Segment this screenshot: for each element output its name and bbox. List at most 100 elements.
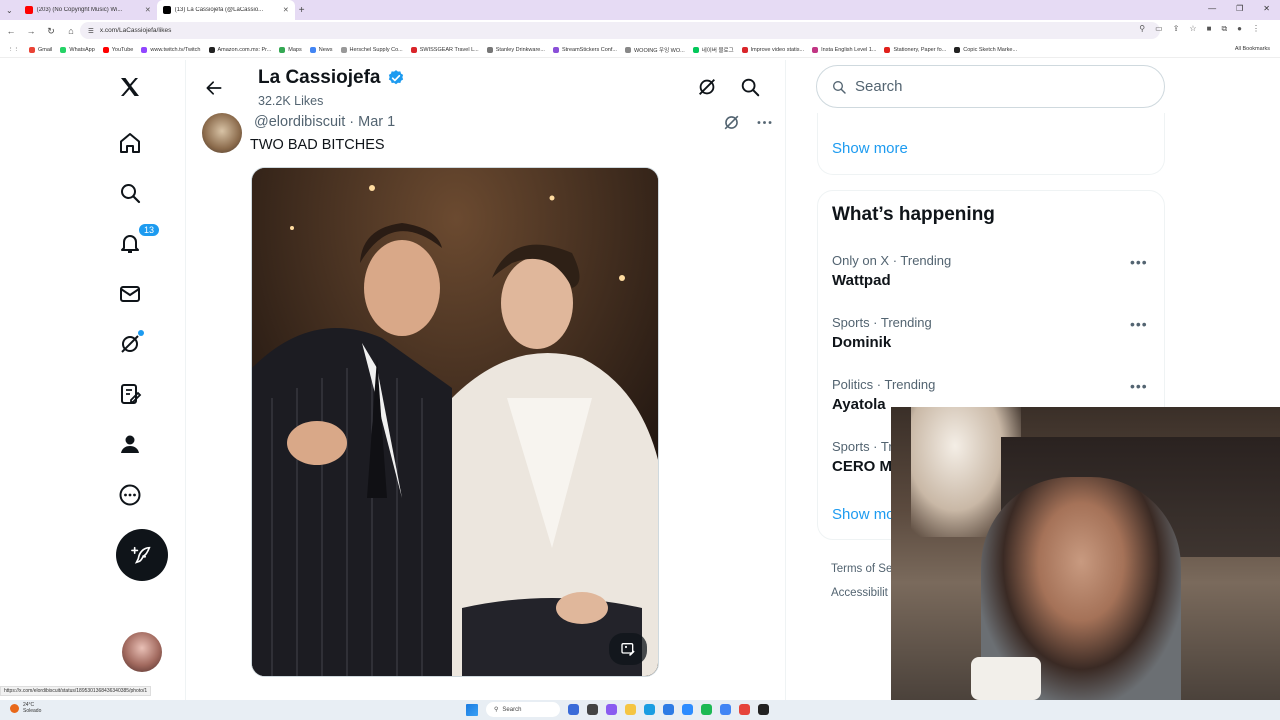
zoom-icon[interactable]: ⚲: [1139, 24, 1145, 34]
bookmark-item[interactable]: Copic Sketch Marke...: [950, 46, 1021, 53]
explore-icon[interactable]: [116, 179, 144, 207]
bookmark-item[interactable]: StreamStickers Conf...: [549, 46, 621, 53]
new-tab-button[interactable]: +: [299, 5, 305, 16]
forward-icon[interactable]: →: [26, 26, 36, 36]
grok-icon[interactable]: [696, 76, 718, 98]
weather-widget[interactable]: 24°C Soleado: [10, 702, 41, 714]
home-icon[interactable]: [116, 129, 144, 157]
windows-start-icon[interactable]: [466, 703, 478, 716]
share-icon[interactable]: ⇪: [1173, 24, 1180, 34]
tweet-photo[interactable]: [251, 167, 659, 677]
edge-icon[interactable]: [644, 704, 655, 715]
bookmark-label: 네이버 블로그: [701, 47, 734, 54]
more-icon[interactable]: [116, 481, 144, 509]
show-more-link[interactable]: Show more: [832, 140, 908, 157]
browser-tab-bar: ⌄ (203) (No Copyright Music) Wi... ✕ (13…: [0, 0, 1280, 20]
profile-icon[interactable]: [116, 430, 144, 458]
address-bar[interactable]: ☰ x.com/LaCassiojefa/likes: [80, 22, 1160, 39]
cast-icon[interactable]: ▭: [1155, 24, 1163, 34]
bookmark-item[interactable]: Stationery, Paper fo...: [880, 46, 950, 53]
reload-icon[interactable]: ↻: [46, 26, 56, 37]
bookmark-item[interactable]: Maps: [275, 46, 305, 53]
tweet-author-avatar[interactable]: [202, 113, 242, 153]
bookmark-label: Amazon.com.mx: Pr...: [217, 46, 272, 53]
post-button[interactable]: [116, 529, 168, 581]
trend-more-icon[interactable]: •••: [1130, 254, 1148, 270]
close-window-icon[interactable]: ✕: [1263, 4, 1270, 13]
close-icon[interactable]: ✕: [145, 6, 151, 14]
minimize-icon[interactable]: —: [1208, 4, 1216, 13]
profile-avatar-icon[interactable]: ●: [1237, 24, 1242, 34]
obs-icon[interactable]: [758, 704, 769, 715]
search-icon: [833, 80, 846, 94]
maximize-icon[interactable]: ❐: [1236, 4, 1243, 13]
tab-search-icon[interactable]: ⌄: [0, 6, 19, 15]
browser-tab-youtube[interactable]: (203) (No Copyright Music) Wi... ✕: [19, 0, 157, 20]
site-info-icon[interactable]: ☰: [88, 27, 94, 35]
menu-icon[interactable]: ⋮: [1252, 24, 1260, 34]
search-icon[interactable]: [739, 76, 761, 98]
bookmark-label: YouTube: [111, 46, 134, 53]
chrome-icon[interactable]: [720, 704, 731, 715]
trend-name[interactable]: CERO M: [832, 458, 892, 475]
messages-icon[interactable]: [116, 280, 144, 308]
trend-more-icon[interactable]: •••: [1130, 378, 1148, 394]
footer-accessibility-link[interactable]: Accessibilit: [831, 587, 888, 599]
trend-more-icon[interactable]: •••: [1130, 316, 1148, 332]
grok-icon[interactable]: [722, 113, 741, 132]
show-more-trends-link[interactable]: Show mo: [832, 506, 895, 523]
trend-name[interactable]: Ayatola: [832, 396, 886, 413]
bookmark-item[interactable]: News: [306, 46, 337, 53]
bookmark-item[interactable]: WOOING 우잉 WO...: [621, 46, 689, 54]
widgets-icon[interactable]: [568, 704, 579, 715]
notifications-icon[interactable]: 13: [116, 223, 161, 257]
tweet-author-meta[interactable]: @elordibiscuit · Mar 1: [254, 114, 395, 130]
more-options-icon[interactable]: [755, 113, 774, 132]
zoom-icon[interactable]: [682, 704, 693, 715]
grok-icon[interactable]: [116, 330, 144, 358]
verified-badge-icon[interactable]: [387, 69, 405, 87]
copilot-icon[interactable]: [606, 704, 617, 715]
spotify-icon[interactable]: [701, 704, 712, 715]
apps-icon[interactable]: ⋮⋮: [8, 47, 25, 53]
sun-icon: [10, 703, 19, 713]
footer-terms-link[interactable]: Terms of Se: [831, 563, 892, 575]
bookmark-label: SWISSGEAR Travel L...: [419, 46, 479, 53]
star-icon[interactable]: ☆: [1189, 24, 1196, 34]
trend-name[interactable]: Dominik: [832, 334, 891, 351]
back-arrow-icon[interactable]: [204, 78, 224, 103]
task-view-icon[interactable]: [587, 704, 598, 715]
bookmark-favicon-icon: [812, 46, 819, 53]
bookmark-label: Maps: [288, 46, 302, 53]
bookmark-item[interactable]: www.twitch.tv/Twitch: [137, 46, 204, 53]
close-icon[interactable]: ✕: [283, 6, 289, 14]
bookmark-item[interactable]: Improve video statis...: [738, 46, 809, 53]
store-icon[interactable]: [663, 704, 674, 715]
search-input[interactable]: Search: [816, 65, 1165, 108]
x-logo-icon[interactable]: [116, 73, 144, 101]
trend-name[interactable]: Wattpad: [832, 272, 891, 289]
taskbar-search[interactable]: ⚲ Search: [486, 702, 560, 717]
premium-icon[interactable]: [116, 380, 144, 408]
edit-image-button[interactable]: [609, 633, 647, 665]
account-avatar[interactable]: [122, 632, 162, 672]
file-explorer-icon[interactable]: [625, 704, 636, 715]
bookmark-item[interactable]: Gmail: [25, 46, 56, 53]
bookmark-item[interactable]: WhatsApp: [56, 46, 98, 53]
browser-tab-x[interactable]: (13) La Cassiojefa (@LaCassio... ✕: [156, 0, 295, 20]
bookmark-item[interactable]: SWISSGEAR Travel L...: [407, 46, 483, 53]
extension-icon[interactable]: ■: [1207, 24, 1212, 34]
puzzle-icon[interactable]: ⧉: [1221, 24, 1227, 34]
app-icon[interactable]: [739, 704, 750, 715]
bookmark-item[interactable]: 네이버 블로그: [689, 46, 738, 54]
bookmark-item[interactable]: YouTube: [99, 46, 138, 53]
webcam-overlay: [891, 407, 1280, 700]
taskbar: 24°C Soleado ⚲ Search: [0, 700, 1280, 720]
back-icon[interactable]: ←: [6, 26, 16, 36]
all-bookmarks[interactable]: All Bookmarks: [1235, 46, 1270, 52]
bookmark-item[interactable]: Amazon.com.mx: Pr...: [205, 46, 276, 53]
bookmark-item[interactable]: Herschel Supply Co...: [337, 46, 407, 53]
home-icon[interactable]: ⌂: [66, 26, 76, 36]
bookmark-item[interactable]: Stanley Drinkware...: [483, 46, 549, 53]
bookmark-item[interactable]: Insta English Level 1...: [808, 46, 880, 53]
